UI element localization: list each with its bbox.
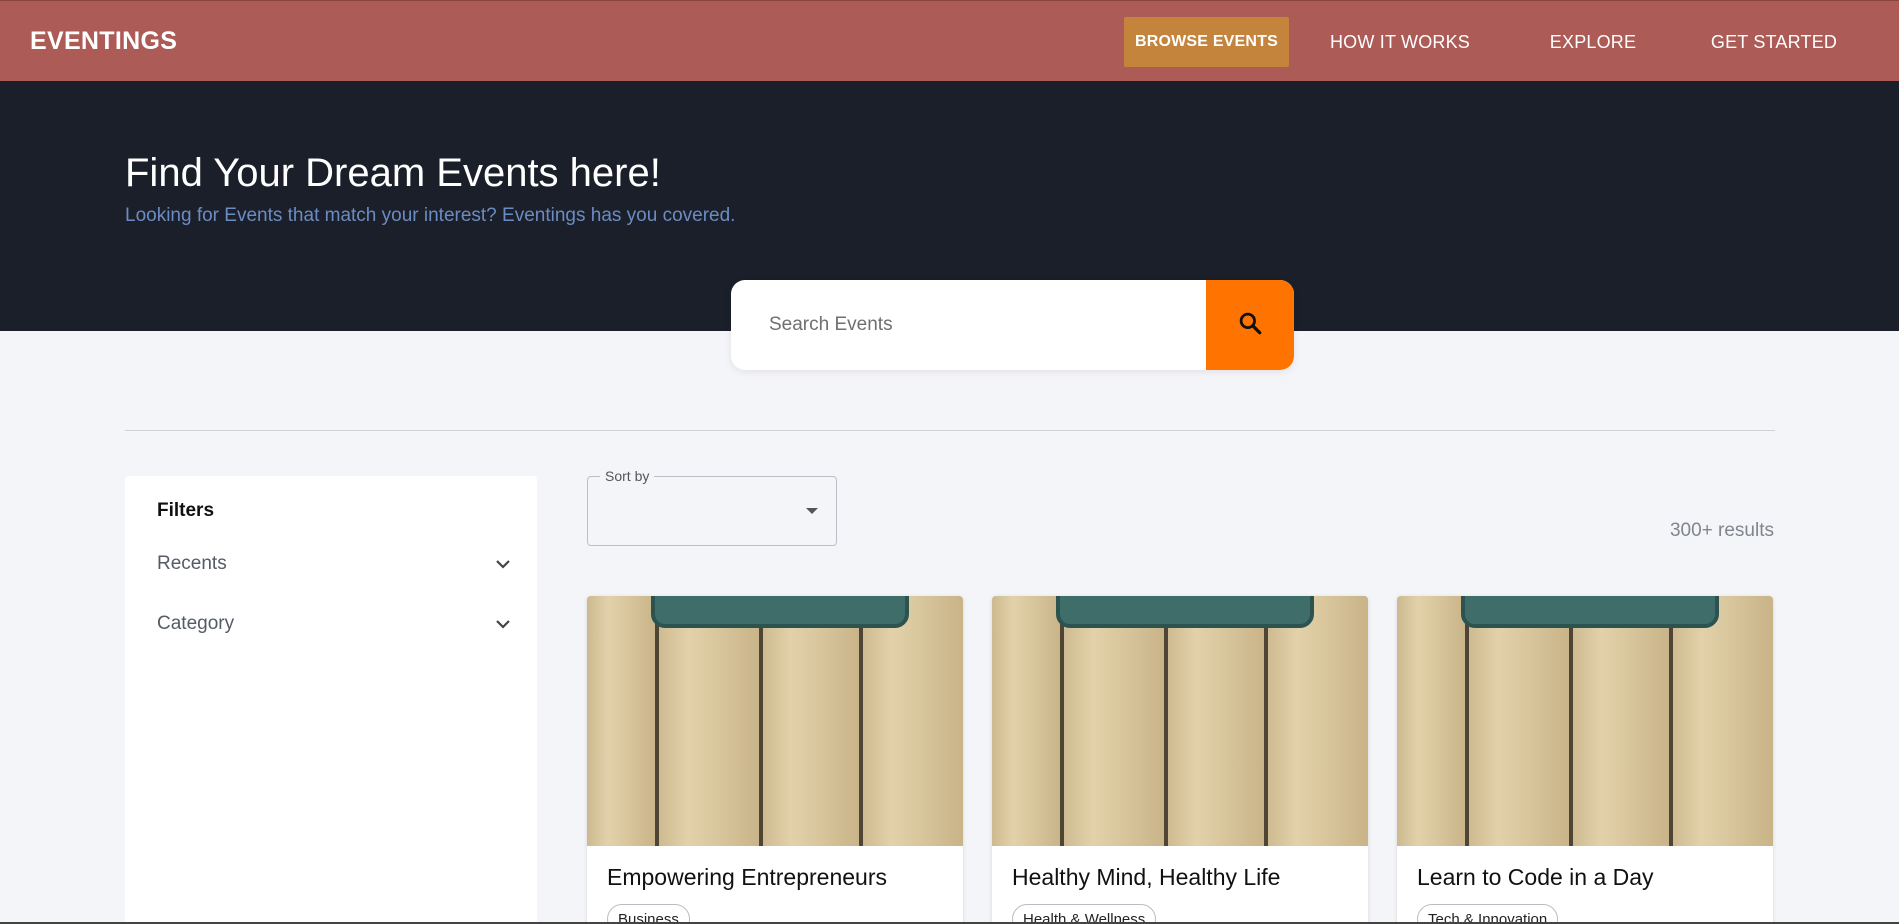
search-button[interactable] xyxy=(1206,280,1294,370)
filter-category[interactable]: Category xyxy=(157,604,513,644)
event-image xyxy=(587,596,963,846)
event-image xyxy=(1397,596,1773,846)
filter-recents[interactable]: Recents xyxy=(157,544,513,584)
event-category-chip[interactable]: Health & Wellness xyxy=(1012,904,1157,924)
nav-how-it-works-link[interactable]: HOW IT WORKS xyxy=(1315,17,1485,67)
section-divider xyxy=(125,430,1775,431)
search-icon xyxy=(1237,310,1263,341)
event-title: Healthy Mind, Healthy Life xyxy=(1012,864,1281,890)
event-image xyxy=(992,596,1368,846)
nav-browse-events-button[interactable]: BROWSE EVENTS xyxy=(1124,17,1289,67)
filter-label: Recents xyxy=(157,553,227,574)
search-bar xyxy=(731,280,1294,370)
sort-by-label: Sort by xyxy=(600,468,655,484)
brand-logo[interactable]: EVENTINGS xyxy=(30,1,177,82)
event-category-chip[interactable]: Business xyxy=(607,904,690,924)
dropdown-arrow-icon xyxy=(806,508,818,514)
event-card[interactable]: Healthy Mind, Healthy Life Health & Well… xyxy=(992,596,1368,924)
event-card[interactable]: Learn to Code in a Day Tech & Innovation xyxy=(1397,596,1773,924)
result-count: 300+ results xyxy=(1669,520,1774,541)
event-card[interactable]: Empowering Entrepreneurs Business xyxy=(587,596,963,924)
sort-by-select[interactable]: Sort by xyxy=(587,468,837,546)
nav-get-started-link[interactable]: GET STARTED xyxy=(1699,17,1849,67)
event-title: Learn to Code in a Day xyxy=(1417,864,1654,890)
filters-title: Filters xyxy=(157,500,215,521)
search-input[interactable] xyxy=(731,280,1206,370)
hero-subtitle: Looking for Events that match your inter… xyxy=(125,205,736,226)
event-category-chip[interactable]: Tech & Innovation xyxy=(1417,904,1559,924)
event-title: Empowering Entrepreneurs xyxy=(607,864,887,890)
chevron-down-icon xyxy=(493,614,513,634)
nav-explore-link[interactable]: EXPLORE xyxy=(1537,17,1649,67)
top-navbar: EVENTINGS BROWSE EVENTS HOW IT WORKS EXP… xyxy=(0,0,1899,81)
chevron-down-icon xyxy=(493,554,513,574)
filters-panel: Filters Recents Category xyxy=(125,476,537,924)
hero-title: Find Your Dream Events here! xyxy=(125,151,661,195)
filter-label: Category xyxy=(157,613,235,634)
